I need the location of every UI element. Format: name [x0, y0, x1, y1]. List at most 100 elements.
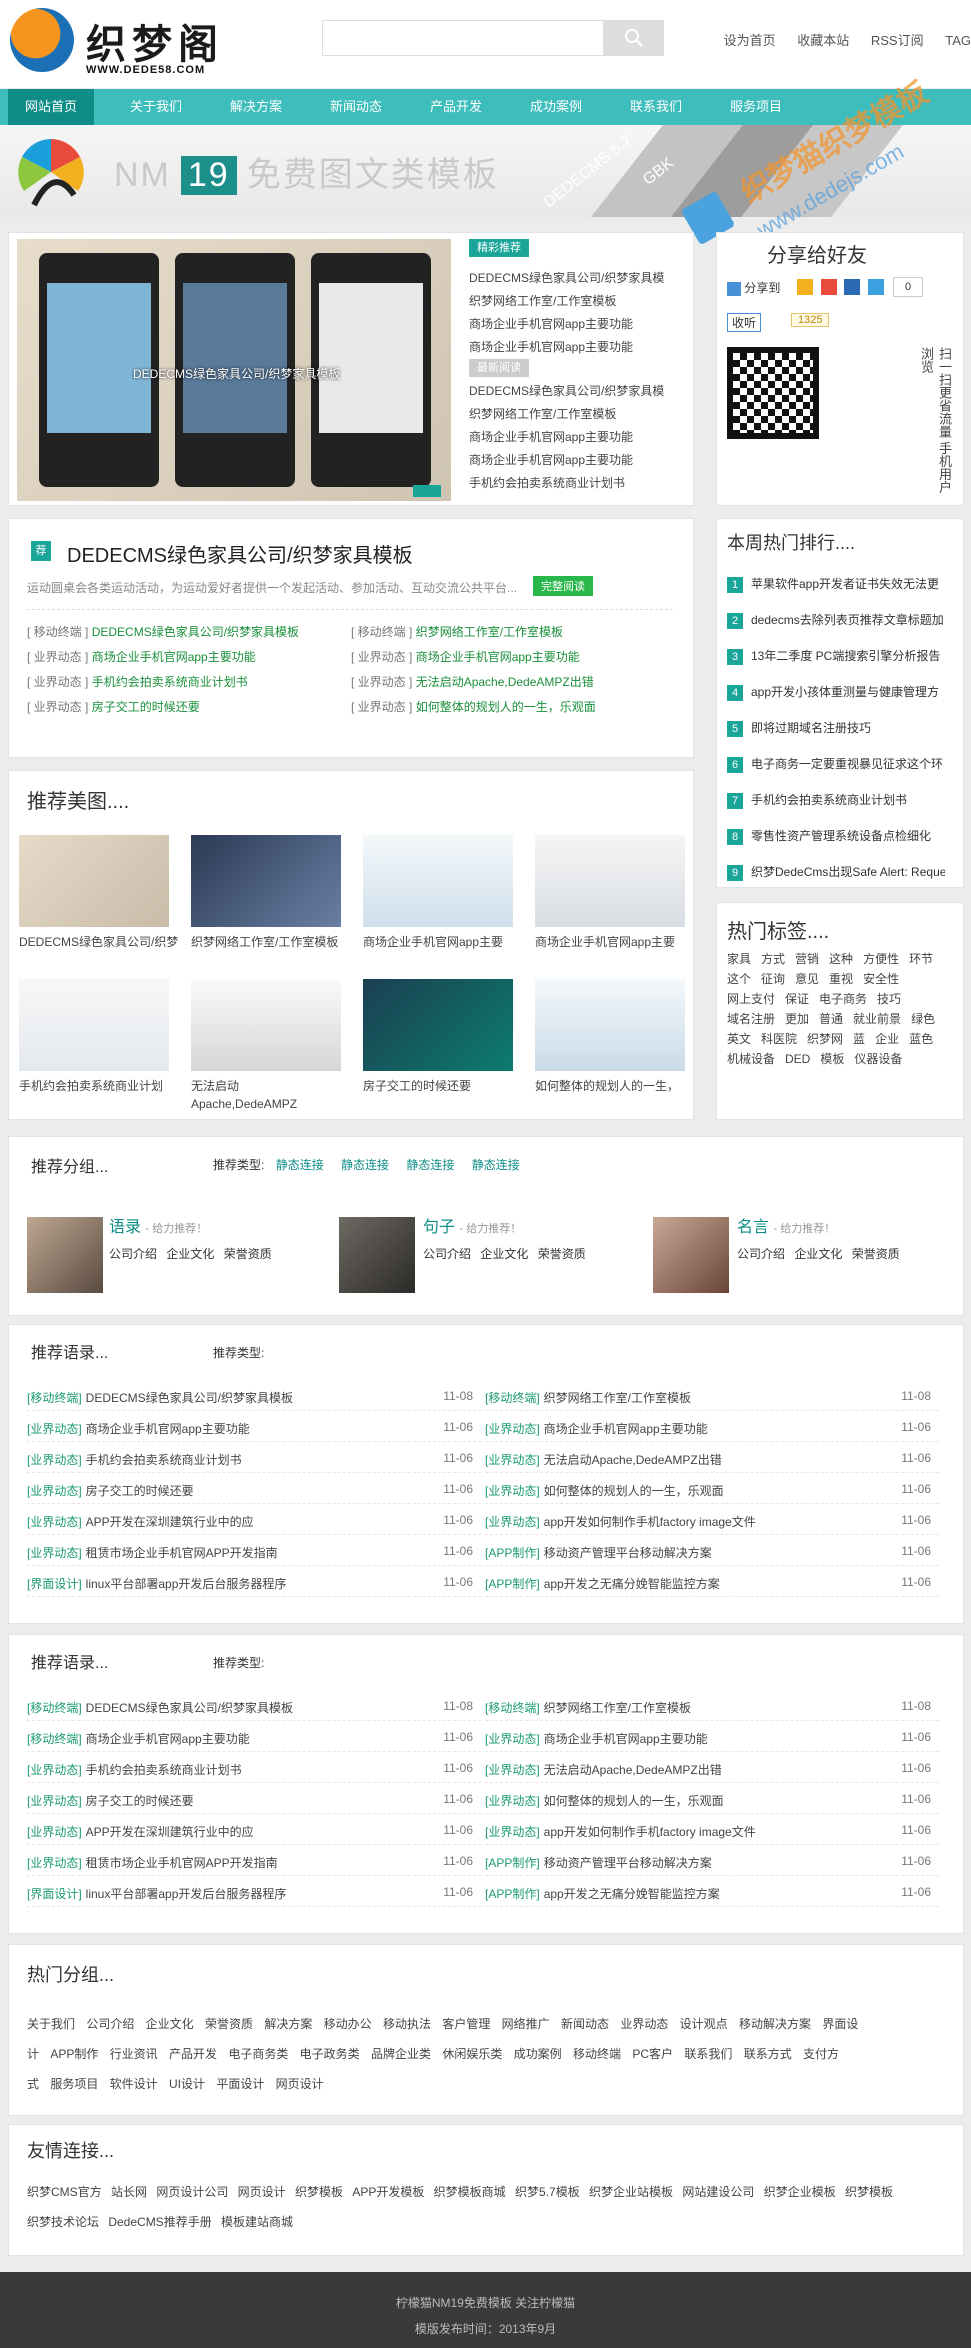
quote-title[interactable]: app开发之无痛分娩智能监控方案	[544, 1887, 720, 1901]
thumb-image[interactable]	[363, 835, 513, 927]
thumb-caption[interactable]: 手机约会拍卖系统商业计划	[19, 1077, 179, 1095]
group-link[interactable]: 荣誉资质	[224, 1247, 272, 1261]
slider-caption[interactable]: DEDECMS绿色家具公司/织梦家具模板	[133, 365, 340, 382]
quote-category[interactable]: [业界动态]	[485, 1732, 540, 1746]
quote-category[interactable]: [业界动态]	[485, 1794, 540, 1808]
tag-link[interactable]: 就业前景	[853, 1009, 901, 1029]
tag-link[interactable]: 蓝色	[909, 1029, 933, 1049]
nav-products[interactable]: 产品开发	[410, 89, 502, 125]
quote-title[interactable]: 商场企业手机官网app主要功能	[544, 1422, 708, 1436]
quote-title[interactable]: 手机约会拍卖系统商业计划书	[86, 1763, 242, 1777]
tag-link[interactable]: 域名注册	[727, 1009, 775, 1029]
group-name[interactable]: 语录	[109, 1219, 141, 1236]
quote-category[interactable]: [业界动态]	[485, 1825, 540, 1839]
tag-link[interactable]: 仪器设备	[854, 1049, 902, 1069]
hot-groups-line-1[interactable]: 关于我们 公司介绍 企业文化 荣誉资质 解决方案 移动办公 移动执法 客户管理 …	[27, 2015, 947, 2032]
search-input[interactable]	[322, 20, 604, 56]
quote-category[interactable]: [APP制作]	[485, 1546, 540, 1560]
quote-category[interactable]: [移动终端]	[27, 1701, 82, 1715]
thumb-caption[interactable]: 如何整体的规划人的一生，	[535, 1077, 695, 1095]
tag-link[interactable]: TAG	[945, 33, 971, 48]
groups-type-link[interactable]: 静态连接	[341, 1158, 389, 1172]
row-link[interactable]: 手机约会拍卖系统商业计划书	[92, 675, 248, 689]
thumb-image[interactable]	[535, 979, 685, 1071]
thumb-caption[interactable]: 商场企业手机官网app主要	[363, 933, 523, 951]
search-button[interactable]	[604, 20, 664, 56]
quote-title[interactable]: DEDECMS绿色家具公司/织梦家具模板	[86, 1391, 293, 1405]
quote-category[interactable]: [业界动态]	[27, 1422, 82, 1436]
friend-links-line-2[interactable]: 织梦技术论坛 DedeCMS推荐手册 模板建站商城	[27, 2213, 947, 2230]
tag-link[interactable]: 模板	[820, 1049, 844, 1069]
hot-item[interactable]: 2 dedecms去除列表页推荐文章标题加	[727, 611, 945, 633]
quote-title[interactable]: 如何整体的规划人的一生，乐观面	[544, 1794, 724, 1808]
quote-title[interactable]: 租赁市场企业手机官网APP开发指南	[86, 1856, 278, 1870]
groups-type-link[interactable]: 静态连接	[406, 1158, 454, 1172]
thumb-caption[interactable]: 织梦网络工作室/工作室模板	[191, 933, 351, 951]
row-link[interactable]: 织梦网络工作室/工作室模板	[416, 625, 563, 639]
group-link[interactable]: 企业文化	[794, 1247, 842, 1261]
tag-link[interactable]: DED	[785, 1049, 810, 1069]
quote-category[interactable]: [业界动态]	[27, 1763, 82, 1777]
quote-category[interactable]: [业界动态]	[27, 1825, 82, 1839]
quote-title[interactable]: DEDECMS绿色家具公司/织梦家具模板	[86, 1701, 293, 1715]
latest-item-2[interactable]: 织梦网络工作室/工作室模板	[469, 405, 685, 422]
quote-category[interactable]: [业界动态]	[485, 1422, 540, 1436]
group-link[interactable]: 公司介绍	[423, 1247, 471, 1261]
nav-solutions[interactable]: 解决方案	[210, 89, 302, 125]
group-link[interactable]: 企业文化	[166, 1247, 214, 1261]
quote-title[interactable]: APP开发在深圳建筑行业中的应	[86, 1825, 254, 1839]
quote-category[interactable]: [业界动态]	[27, 1794, 82, 1808]
group-avatar[interactable]	[27, 1217, 103, 1293]
thumb-image[interactable]	[363, 979, 513, 1071]
hot-groups-line-3[interactable]: 式 服务项目 软件设计 UI设计 平面设计 网页设计	[27, 2075, 947, 2092]
qzone-icon[interactable]	[797, 279, 813, 295]
slider-image[interactable]: DEDECMS绿色家具公司/织梦家具模板	[17, 239, 451, 501]
quote-title[interactable]: app开发如何制作手机factory image文件	[544, 1825, 756, 1839]
quote-category[interactable]: [移动终端]	[485, 1391, 540, 1405]
latest-item-1[interactable]: DEDECMS绿色家具公司/织梦家具模	[469, 382, 685, 399]
share-to[interactable]: 分享到	[727, 279, 780, 296]
quote-category[interactable]: [业界动态]	[485, 1453, 540, 1467]
quote-title[interactable]: linux平台部署app开发后台服务器程序	[86, 1887, 287, 1901]
quote-category[interactable]: [业界动态]	[27, 1515, 82, 1529]
row-link[interactable]: 房子交工的时候还要	[92, 700, 200, 714]
quote-category[interactable]: [业界动态]	[27, 1546, 82, 1560]
quote-category[interactable]: [移动终端]	[27, 1732, 82, 1746]
quote-title[interactable]: APP开发在深圳建筑行业中的应	[86, 1515, 254, 1529]
group-link[interactable]: 公司介绍	[737, 1247, 785, 1261]
quote-title[interactable]: 移动资产管理平台移动解决方案	[544, 1546, 712, 1560]
listen-button[interactable]: 收听	[727, 313, 762, 332]
quote-title[interactable]: 商场企业手机官网app主要功能	[86, 1732, 250, 1746]
tag-link[interactable]: 技巧	[877, 989, 901, 1009]
quote-category[interactable]: [界面设计]	[27, 1577, 82, 1591]
quote-category[interactable]: [移动终端]	[485, 1701, 540, 1715]
slider-pager[interactable]	[413, 485, 441, 497]
thumb-image[interactable]	[19, 835, 169, 927]
group-link[interactable]: 荣誉资质	[852, 1247, 900, 1261]
row-link[interactable]: 商场企业手机官网app主要功能	[92, 650, 256, 664]
hot-groups-line-2[interactable]: 计 APP制作 行业资讯 产品开发 电子商务类 电子政务类 品牌企业类 休闲娱乐…	[27, 2045, 947, 2062]
set-home-link[interactable]: 设为首页	[724, 33, 776, 48]
featured-item-4[interactable]: 商场企业手机官网app主要功能	[469, 338, 685, 355]
nav-contact[interactable]: 联系我们	[610, 89, 702, 125]
tag-link[interactable]: 织梦网	[807, 1029, 843, 1049]
row-link[interactable]: 如何整体的规划人的一生，乐观面	[416, 700, 596, 714]
nav-about[interactable]: 关于我们	[110, 89, 202, 125]
featured-item-1[interactable]: DEDECMS绿色家具公司/织梦家具模	[469, 269, 685, 286]
group-name[interactable]: 句子	[423, 1219, 455, 1236]
group-avatar[interactable]	[339, 1217, 415, 1293]
featured-item-3[interactable]: 商场企业手机官网app主要功能	[469, 315, 685, 332]
quote-category[interactable]: [界面设计]	[27, 1887, 82, 1901]
group-link[interactable]: 荣誉资质	[538, 1247, 586, 1261]
hot-item[interactable]: 3 13年二季度 PC端搜索引擎分析报告	[727, 647, 945, 669]
tag-link[interactable]: 意见	[795, 969, 819, 989]
tag-link[interactable]: 网上支付	[727, 989, 775, 1009]
tag-link[interactable]: 重视	[829, 969, 853, 989]
thumb-image[interactable]	[535, 835, 685, 927]
tag-link[interactable]: 科医院	[761, 1029, 797, 1049]
quote-title[interactable]: 织梦网络工作室/工作室模板	[544, 1701, 691, 1715]
hot-item[interactable]: 6 电子商务一定要重视暴见征求这个环	[727, 755, 945, 777]
headline-title[interactable]: DEDECMS绿色家具公司/织梦家具模板	[67, 539, 413, 568]
bookmark-link[interactable]: 收藏本站	[797, 33, 849, 48]
tag-link[interactable]: 更加	[785, 1009, 809, 1029]
